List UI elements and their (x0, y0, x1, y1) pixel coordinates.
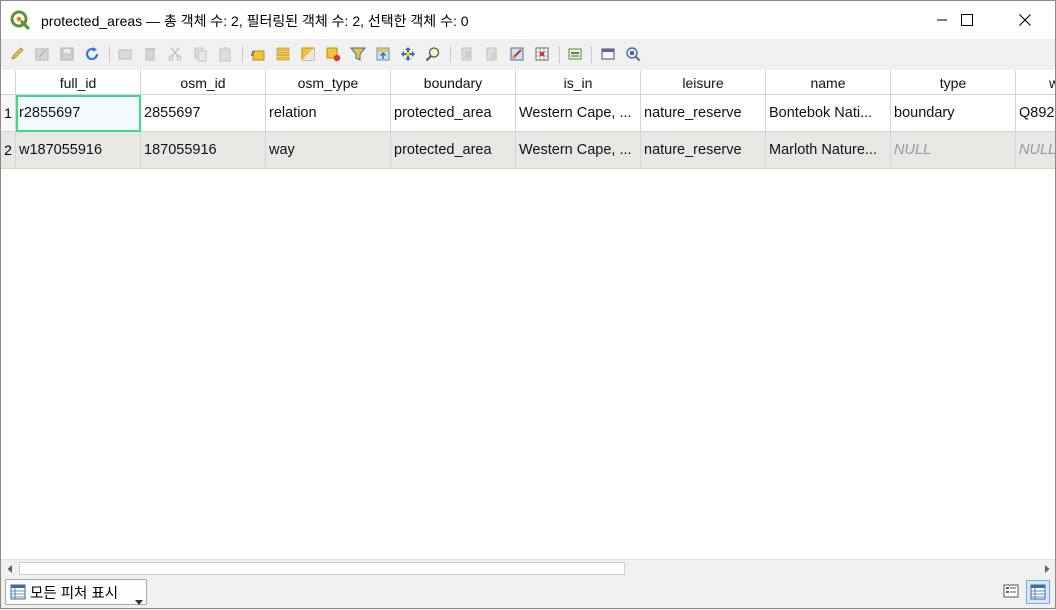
table-cell[interactable]: Marloth Nature... (766, 132, 891, 169)
close-button[interactable] (1002, 1, 1048, 39)
table-cell[interactable]: w187055916 (16, 132, 141, 169)
column-header-boundary[interactable]: boundary (391, 70, 516, 95)
table-cell-null[interactable]: NULL (1016, 132, 1055, 169)
maximize-button[interactable] (944, 1, 990, 39)
dock-icon[interactable] (566, 45, 584, 63)
title-bar: protected_areas — 총 객체 수: 2, 필터링된 객체 수: … (1, 1, 1055, 39)
table-header: full_id osm_id osm_type boundary is_in l… (1, 70, 1055, 95)
horizontal-scrollbar[interactable] (1, 559, 1055, 576)
column-header-type[interactable]: type (891, 70, 1016, 95)
scroll-right-arrow-icon[interactable] (1038, 560, 1055, 577)
table-cell[interactable]: boundary (891, 95, 1016, 132)
scrollbar-thumb[interactable] (19, 562, 625, 575)
chevron-down-icon (135, 592, 143, 610)
scroll-left-arrow-icon[interactable] (1, 560, 18, 577)
new-field-icon[interactable] (458, 45, 476, 63)
status-bar: 모든 피처 표시 (1, 576, 1055, 608)
cut-icon[interactable] (166, 45, 184, 63)
toggle-edit-icon[interactable] (8, 45, 26, 63)
table-cell[interactable]: Western Cape, ... (516, 95, 641, 132)
table-cell[interactable]: Western Cape, ... (516, 132, 641, 169)
table-row[interactable]: 2 w187055916 187055916 way protected_are… (1, 132, 1055, 169)
delete-feature-icon[interactable] (141, 45, 159, 63)
attribute-toolbar: ε (1, 39, 1055, 70)
table-cell[interactable]: nature_reserve (641, 132, 766, 169)
column-header-is-in[interactable]: is_in (516, 70, 641, 95)
attribute-table-window: protected_areas — 총 객체 수: 2, 필터링된 객체 수: … (0, 0, 1056, 609)
column-header-leisure[interactable]: leisure (641, 70, 766, 95)
paste-icon[interactable] (216, 45, 234, 63)
table-cell[interactable]: Bontebok Nati... (766, 95, 891, 132)
pan-to-selected-icon[interactable] (399, 45, 417, 63)
multi-edit-icon[interactable] (33, 45, 51, 63)
copy-icon[interactable] (191, 45, 209, 63)
svg-text:ε: ε (251, 48, 255, 58)
table-view-toggle-icon[interactable] (1026, 580, 1050, 604)
row-number[interactable]: 2 (1, 132, 16, 169)
form-view-toggle-icon[interactable] (1000, 580, 1022, 602)
column-header-osm-type[interactable]: osm_type (266, 70, 391, 95)
actions-icon[interactable] (599, 45, 617, 63)
table-cell[interactable]: protected_area (391, 95, 516, 132)
deselect-icon[interactable] (324, 45, 342, 63)
table-cell[interactable]: 2855697 (141, 95, 266, 132)
qgis-logo-icon (10, 10, 30, 30)
corner-cell[interactable] (1, 70, 16, 95)
select-all-icon[interactable] (274, 45, 292, 63)
field-calculator-icon[interactable] (508, 45, 526, 63)
table-icon (10, 584, 26, 600)
column-header-full-id[interactable]: full_id (16, 70, 141, 95)
table-row[interactable]: 1 r2855697 2855697 relation protected_ar… (1, 95, 1055, 132)
conditional-format-icon[interactable] (533, 45, 551, 63)
column-header-name[interactable]: name (766, 70, 891, 95)
table-cell[interactable]: Q892 (1016, 95, 1055, 132)
save-edits-icon[interactable] (58, 45, 76, 63)
feature-filter-dropdown[interactable]: 모든 피처 표시 (5, 579, 147, 605)
table-cell[interactable]: way (266, 132, 391, 169)
table-cell[interactable]: nature_reserve (641, 95, 766, 132)
table-cell[interactable]: protected_area (391, 132, 516, 169)
table-cell[interactable]: 187055916 (141, 132, 266, 169)
invert-selection-icon[interactable] (299, 45, 317, 63)
window-title: protected_areas — 총 객체 수: 2, 필터링된 객체 수: … (41, 13, 469, 29)
filter-selected-icon[interactable] (349, 45, 367, 63)
expression-select-icon[interactable]: ε (249, 45, 267, 63)
add-feature-icon[interactable] (116, 45, 134, 63)
form-view-icon[interactable] (624, 45, 642, 63)
column-header-osm-id[interactable]: osm_id (141, 70, 266, 95)
table-cell-null[interactable]: NULL (891, 132, 1016, 169)
table-cell[interactable]: relation (266, 95, 391, 132)
zoom-to-selected-icon[interactable] (424, 45, 442, 63)
table-cell[interactable]: r2855697 (16, 95, 141, 132)
column-header-w[interactable]: w (1016, 70, 1055, 95)
attribute-table: full_id osm_id osm_type boundary is_in l… (1, 70, 1055, 559)
move-selected-top-icon[interactable] (374, 45, 392, 63)
filter-label: 모든 피처 표시 (30, 585, 119, 602)
row-number[interactable]: 1 (1, 95, 16, 132)
reload-icon[interactable] (83, 45, 101, 63)
delete-field-icon[interactable] (483, 45, 501, 63)
